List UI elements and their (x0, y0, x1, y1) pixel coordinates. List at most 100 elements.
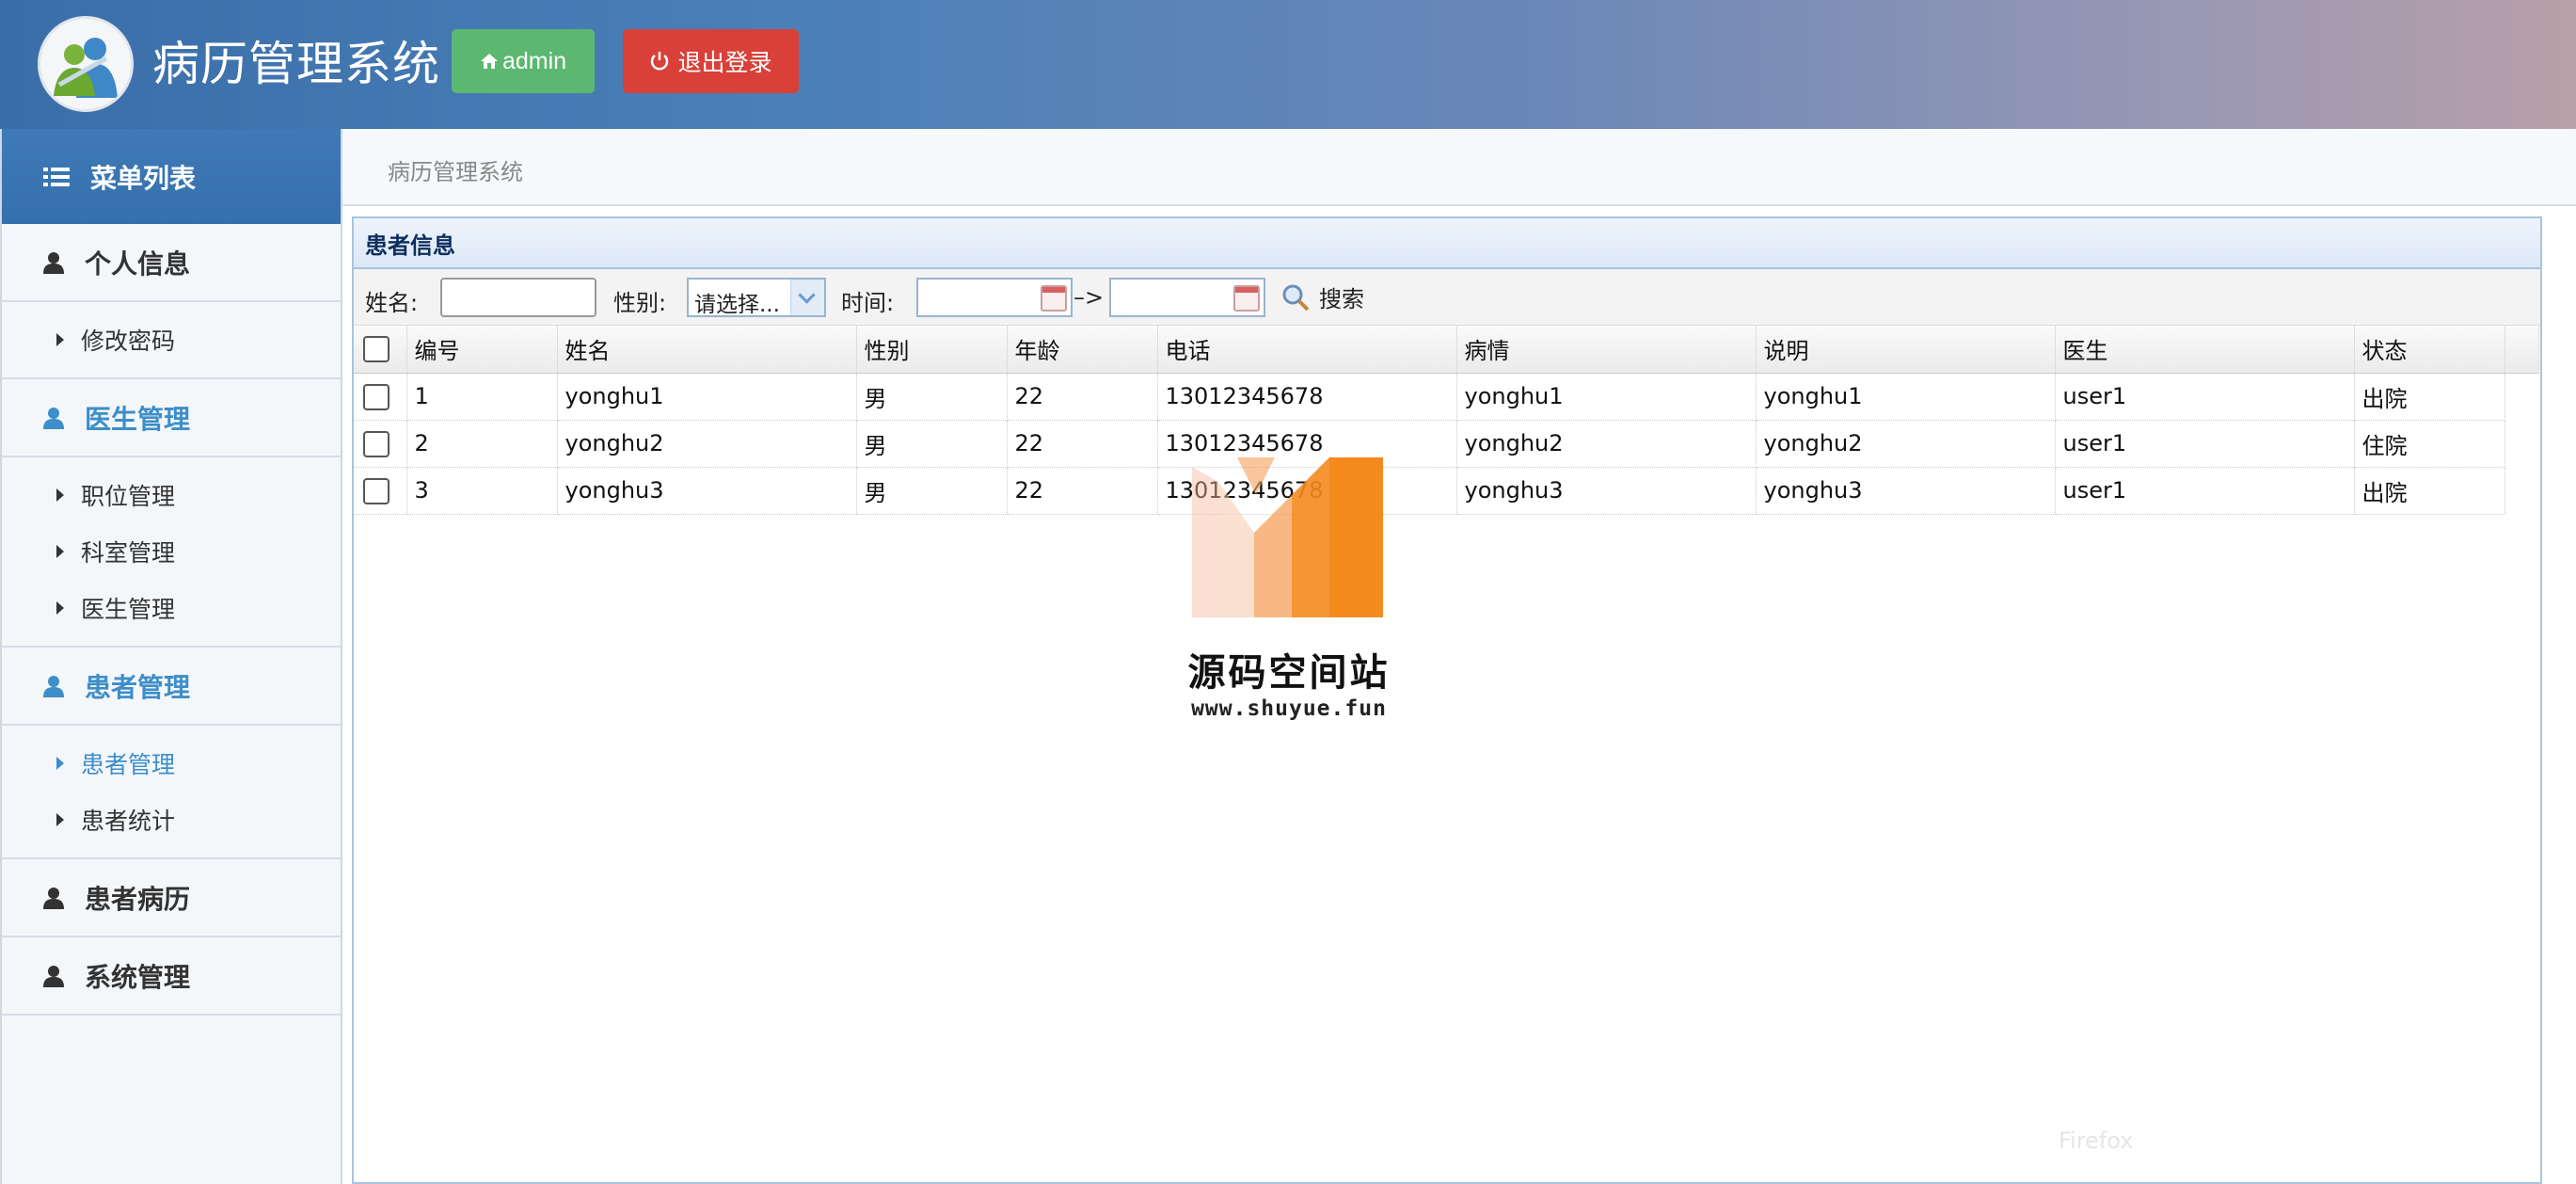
table-cell: 13012345678 (1157, 467, 1457, 515)
table-cell: yonghu2 (1456, 420, 1757, 468)
logout-button-label: 退出登录 (677, 49, 772, 76)
row-select-cell (354, 373, 407, 421)
caret-right-icon (56, 757, 64, 770)
logout-button[interactable]: 退出登录 (623, 29, 799, 93)
gender-filter-label: 性别: (613, 290, 667, 316)
table-cell: yonghu2 (1756, 420, 2056, 468)
search-icon (1282, 284, 1310, 311)
gender-filter-select[interactable]: 请选择... (687, 278, 826, 317)
sidebar-sublist-personal: 修改密码 (2, 302, 341, 379)
sidebar-section-personal[interactable]: 个人信息 (2, 224, 341, 302)
caret-right-icon (56, 488, 64, 502)
table-cell: 男 (856, 420, 1008, 468)
time-to-input[interactable] (1109, 278, 1265, 317)
column-header[interactable]: 医生 (2055, 326, 2355, 374)
sidebar-section-label: 患者病历 (85, 883, 191, 915)
column-header[interactable]: 说明 (1756, 326, 2056, 374)
column-header[interactable]: 性别 (856, 326, 1008, 374)
table-cell: 3 (406, 467, 558, 515)
time-from-input[interactable] (916, 278, 1073, 317)
sidebar-item-label: 科室管理 (81, 539, 176, 567)
table-cell: 13012345678 (1157, 420, 1457, 468)
sidebar-item-label: 医生管理 (81, 596, 176, 623)
table-cell-spacer (2504, 373, 2538, 420)
sidebar-section-patient[interactable]: 患者管理 (2, 648, 341, 726)
table-cell: user1 (2055, 373, 2355, 421)
select-all-checkbox[interactable] (363, 336, 390, 363)
calendar-icon[interactable] (1233, 285, 1260, 312)
patient-panel: 患者信息 姓名: 性别: 请选择... 时间: –> 搜索 编号 姓名 性别 年… (352, 216, 2542, 1184)
table-cell: 住院 (2354, 420, 2505, 468)
column-header[interactable]: 电话 (1157, 326, 1457, 374)
sidebar-section-system[interactable]: 系统管理 (2, 937, 341, 1016)
app-logo-icon (38, 16, 134, 112)
table-cell: 22 (1007, 467, 1158, 515)
caret-right-icon (56, 813, 64, 826)
sidebar-section-records[interactable]: 患者病历 (2, 859, 341, 937)
sidebar-sublist-patient: 患者管理 患者统计 (2, 726, 341, 859)
sidebar-item-patient-stats[interactable]: 患者统计 (2, 792, 341, 848)
sidebar-item-patient-management[interactable]: 患者管理 (2, 735, 341, 792)
table-cell-spacer (2504, 420, 2538, 467)
sidebar-item-position[interactable]: 职位管理 (2, 467, 341, 523)
sidebar-sublist-doctor: 职位管理 科室管理 医生管理 (2, 457, 341, 648)
column-header[interactable]: 状态 (2354, 326, 2505, 374)
name-filter-input[interactable] (440, 278, 596, 317)
table-header-row: 编号 姓名 性别 年龄 电话 病情 说明 医生 状态 (354, 326, 2539, 374)
table-row[interactable]: 1 yonghu1 男 22 13012345678 yonghu1 yongh… (354, 373, 2538, 421)
home-icon (480, 54, 498, 69)
table-cell: yonghu1 (557, 373, 857, 421)
table-cell: yonghu1 (1456, 373, 1757, 421)
column-header[interactable]: 病情 (1456, 326, 1757, 374)
user-icon (43, 887, 64, 909)
table-cell: yonghu2 (557, 420, 857, 468)
table-cell: 出院 (2354, 467, 2505, 515)
row-select-cell (354, 420, 407, 468)
table-cell: 出院 (2354, 373, 2505, 421)
table-cell: 13012345678 (1157, 373, 1457, 421)
column-header-spacer (2504, 326, 2539, 374)
sidebar-section-label: 系统管理 (85, 961, 191, 993)
range-separator: –> (1073, 284, 1105, 311)
filter-toolbar: 姓名: 性别: 请选择... 时间: –> 搜索 (354, 269, 2540, 326)
sidebar-item-doctor[interactable]: 医生管理 (2, 580, 341, 636)
search-button-label: 搜索 (1319, 286, 1364, 312)
patient-table: 编号 姓名 性别 年龄 电话 病情 说明 医生 状态 1 yonghu1 男 2… (354, 326, 2539, 515)
table-cell: user1 (2055, 467, 2355, 515)
table-cell: 22 (1007, 420, 1158, 468)
sidebar-item-label: 职位管理 (81, 483, 176, 510)
table-cell: 2 (406, 420, 558, 468)
breadcrumb-bar: 病历管理系统 (342, 129, 2576, 206)
sidebar-section-doctor[interactable]: 医生管理 (2, 379, 341, 457)
power-icon (651, 52, 669, 71)
row-checkbox[interactable] (363, 477, 390, 504)
table-row[interactable]: 2 yonghu2 男 22 13012345678 yonghu2 yongh… (354, 420, 2538, 468)
table-cell: yonghu3 (557, 467, 857, 515)
column-header[interactable]: 姓名 (557, 326, 857, 374)
row-checkbox[interactable] (363, 383, 390, 410)
user-icon (43, 251, 64, 274)
sidebar-item-department[interactable]: 科室管理 (2, 523, 341, 580)
sidebar-item-change-password[interactable]: 修改密码 (2, 312, 341, 368)
sidebar-item-label: 修改密码 (81, 328, 176, 355)
caret-right-icon (56, 545, 64, 558)
chevron-down-icon[interactable] (790, 280, 824, 315)
row-checkbox[interactable] (363, 430, 390, 457)
time-filter-label: 时间: (841, 290, 895, 316)
gender-filter-value: 请选择... (694, 293, 780, 317)
column-header[interactable]: 年龄 (1007, 326, 1158, 374)
watermark-url: www.shuyue.fun (1191, 696, 1387, 721)
caret-right-icon (56, 333, 64, 346)
calendar-icon[interactable] (1041, 285, 1067, 312)
table-cell: 男 (856, 373, 1008, 421)
table-row[interactable]: 3 yonghu3 男 22 13012345678 yonghu3 yongh… (354, 467, 2538, 515)
table-cell: yonghu3 (1456, 467, 1757, 515)
admin-button[interactable]: admin (452, 29, 595, 93)
row-select-cell (354, 467, 407, 515)
column-header[interactable]: 编号 (406, 326, 558, 374)
search-button[interactable]: 搜索 (1281, 280, 1364, 313)
app-title: 病历管理系统 (152, 37, 440, 91)
caret-right-icon (56, 601, 64, 615)
menu-header: 菜单列表 (2, 129, 341, 224)
watermark-name: 源码空间站 (1187, 651, 1391, 695)
